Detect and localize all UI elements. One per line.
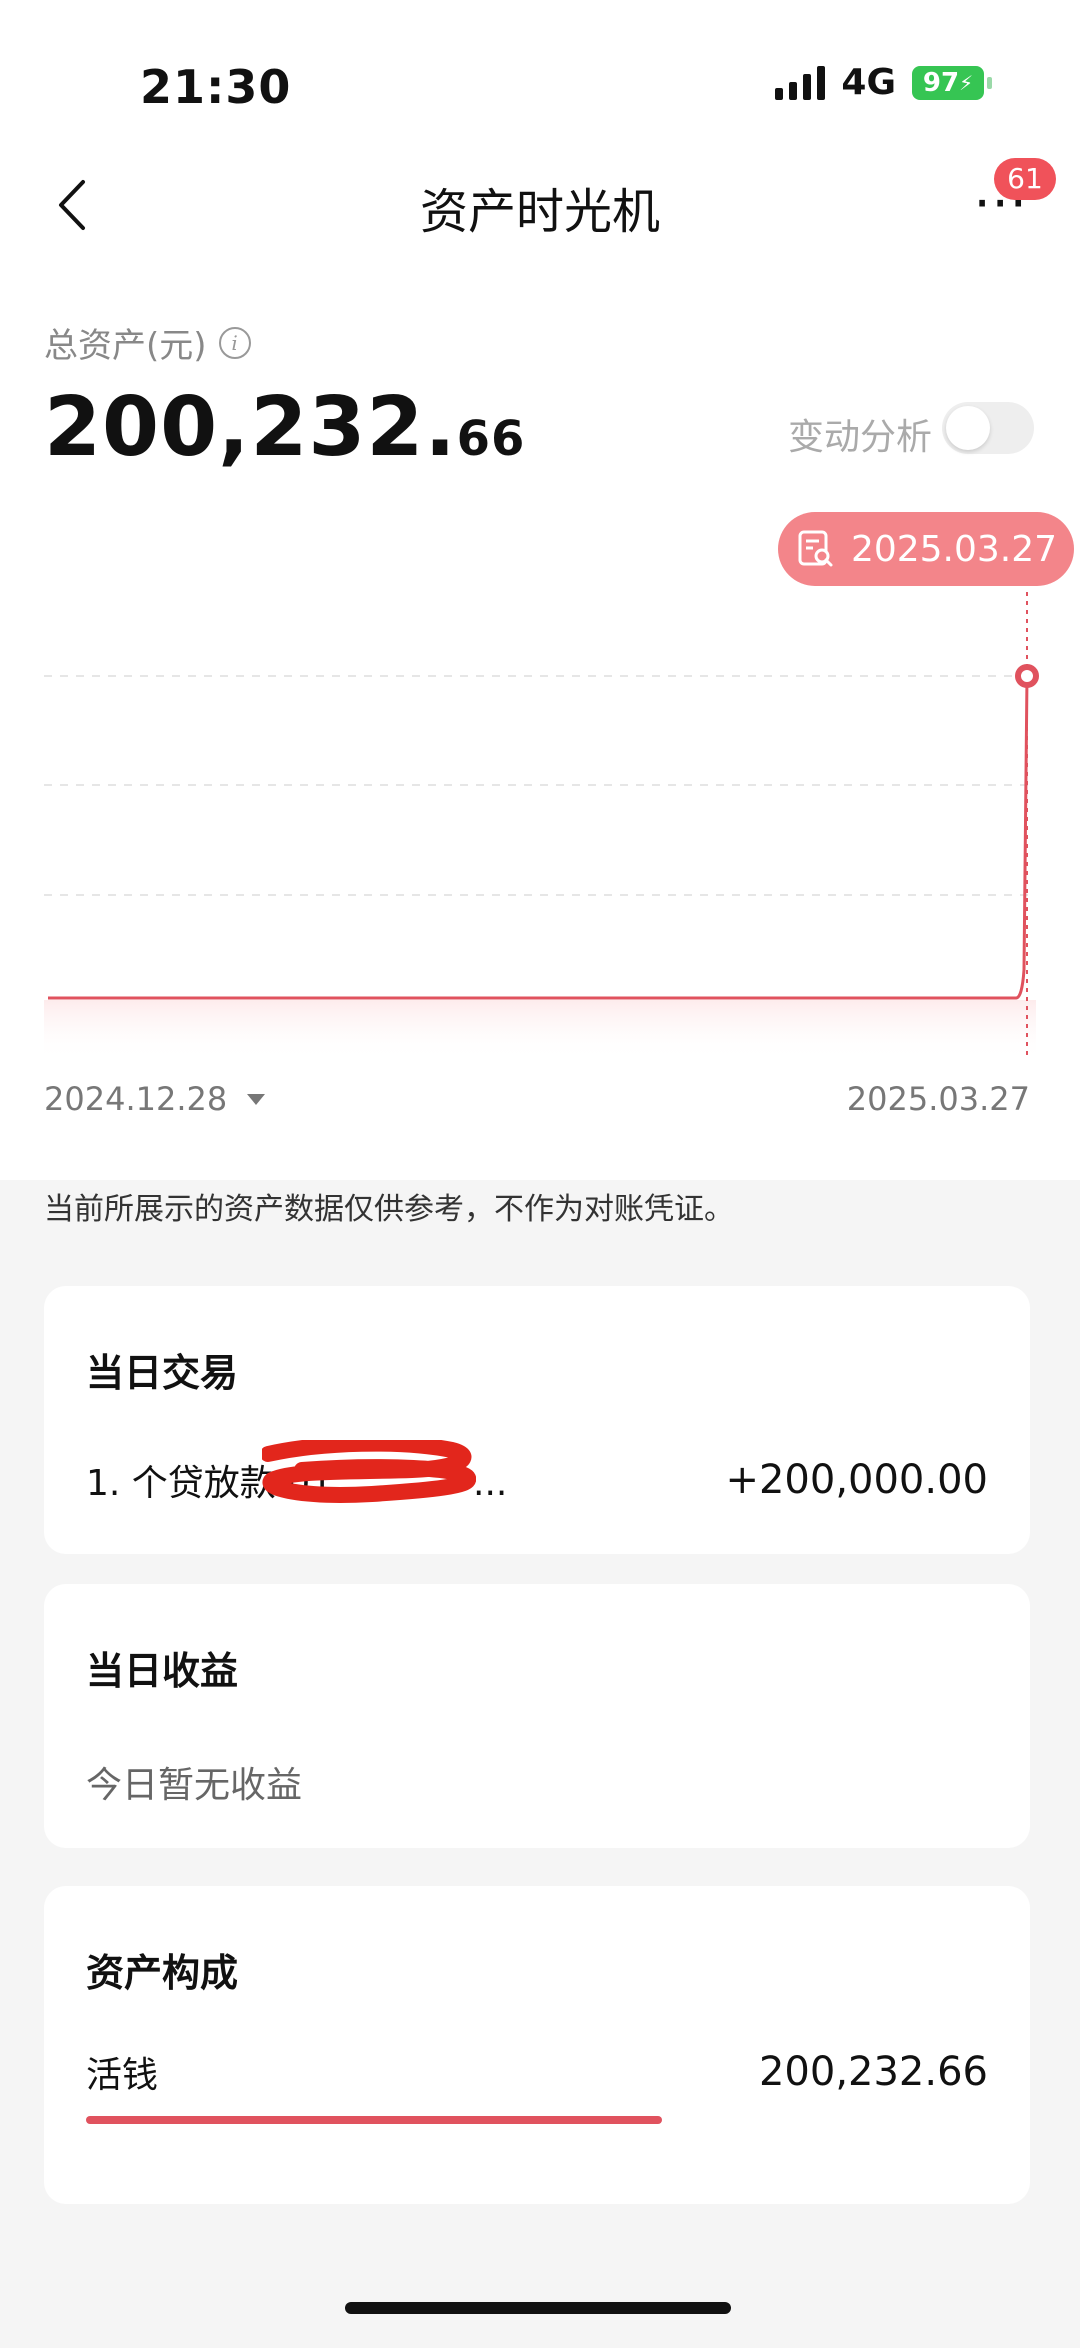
total-assets-amount: 200,232.66: [44, 380, 525, 475]
x-axis-start-label: 2024.12.28: [44, 1080, 228, 1118]
asset-name: 活钱: [86, 2055, 159, 2096]
selected-date-pill[interactable]: 2025.03.27: [778, 512, 1074, 586]
info-icon[interactable]: i: [218, 326, 251, 359]
card-title: 当日收益: [86, 1649, 239, 1693]
transaction-label: 1. 个贷放款 01...: [86, 1440, 508, 1506]
redaction-scribble: [262, 1440, 476, 1503]
receipt-search-icon: [798, 530, 833, 567]
card-title: 资产构成: [86, 1951, 239, 1995]
toggle-knob: [946, 406, 990, 450]
daily-transactions-card: 当日交易 1. 个贷放款 01... +200,000.00: [44, 1286, 1030, 1554]
total-assets-label-text: 总资产(元): [44, 326, 207, 366]
change-analysis-label: 变动分析: [788, 417, 933, 458]
asset-row[interactable]: 活钱 200,232.66: [86, 2046, 988, 2098]
asset-composition-card: 资产构成 活钱 200,232.66: [44, 1886, 1030, 2204]
start-date-selector[interactable]: 2024.12.28: [44, 1080, 266, 1118]
disclaimer-text: 当前所展示的资产数据仅供参考，不作为对账凭证。: [44, 1192, 734, 1227]
asset-value: 200,232.66: [758, 2049, 988, 2095]
status-time: 21:30: [140, 60, 292, 114]
transaction-row[interactable]: 1. 个贷放款 01... +200,000.00: [86, 1440, 988, 1506]
x-axis-end-label: 2025.03.27: [846, 1080, 1030, 1118]
chart-baseline-fade: [44, 1000, 1036, 1060]
daily-income-card: 当日收益 今日暂无收益: [44, 1584, 1030, 1848]
transaction-label-suffix: ...: [473, 1463, 508, 1504]
total-assets-label: 总资产(元) i: [44, 318, 251, 367]
battery-icon: 97 ⚡: [912, 65, 992, 100]
asset-share-bar: [86, 2116, 662, 2124]
top-panel: 21:30 4G 97 ⚡ 资产时光机 ⋯ 61 总资产(元) i 200,232…: [0, 0, 1080, 1227]
card-title: 当日交易: [86, 1351, 239, 1395]
caret-down-icon: [247, 1093, 266, 1105]
page-title: 资产时光机: [419, 184, 660, 240]
total-amount-decimal: 66: [456, 411, 526, 467]
signal-icon: [775, 65, 826, 100]
network-type: 4G: [841, 62, 896, 103]
home-indicator: [345, 2302, 731, 2314]
battery-level: 97: [922, 67, 960, 98]
total-amount-integer: 200,232.: [44, 380, 457, 475]
transaction-amount: +200,000.00: [725, 1457, 988, 1503]
screen: 21:30 4G 97 ⚡ 资产时光机 ⋯ 61 总资产(元) i 200,232…: [0, 0, 1080, 2348]
change-analysis-toggle[interactable]: [942, 402, 1034, 454]
series-line: [48, 675, 1029, 1000]
empty-income-text: 今日暂无收益: [86, 1765, 303, 1806]
notification-badge: 61: [994, 158, 1056, 200]
status-indicators: 4G 97 ⚡: [775, 62, 992, 103]
selected-date-text: 2025.03.27: [850, 528, 1058, 570]
selected-point: [1015, 664, 1039, 688]
asset-chart[interactable]: [0, 500, 1080, 1100]
